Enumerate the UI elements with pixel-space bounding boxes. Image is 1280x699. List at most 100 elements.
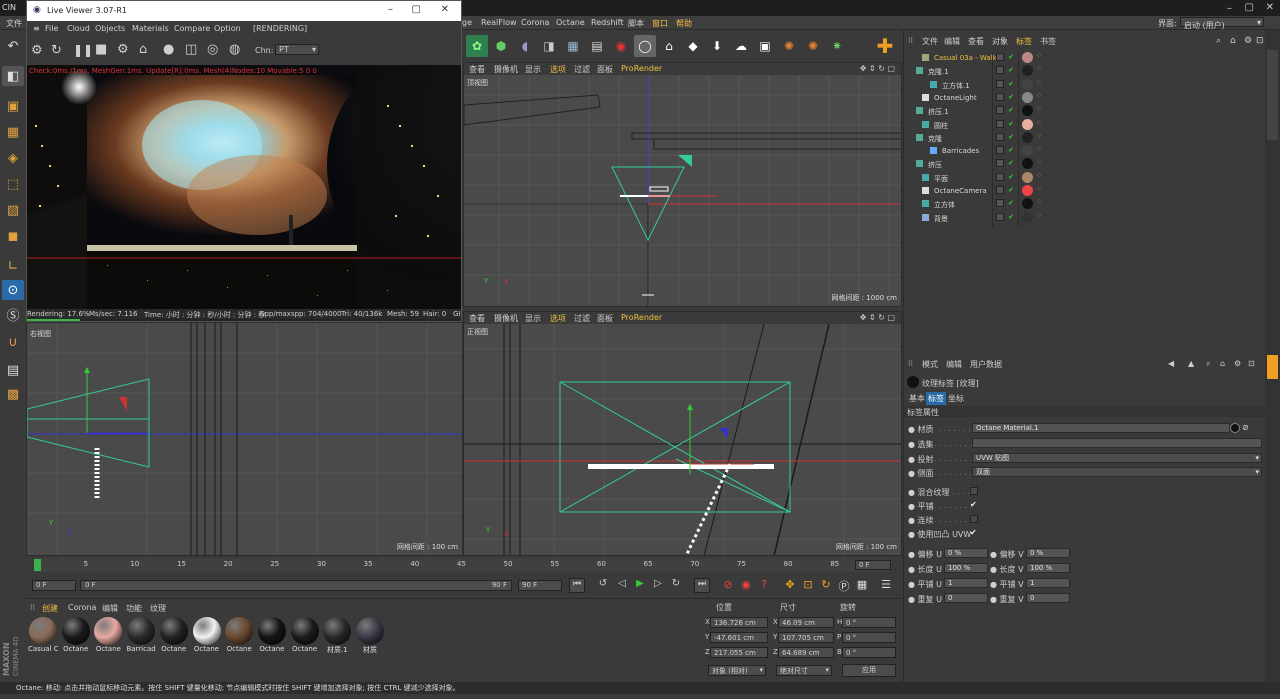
am-menu-edit[interactable]: 编辑 — [946, 359, 962, 370]
clear-link-icon[interactable]: ⊘ — [1242, 423, 1254, 433]
lock-icon[interactable]: ⌂ — [1220, 359, 1225, 368]
tweak-mode-icon[interactable]: ⊙ — [2, 280, 24, 300]
film-icon[interactable]: ▤ — [586, 35, 608, 57]
object-row[interactable]: 背景 ✔ ⁘ — [904, 211, 1266, 225]
enabled-check-icon[interactable]: ✔ — [1008, 106, 1014, 114]
material-item[interactable]: Octane — [257, 617, 287, 659]
next-key-icon[interactable]: ↻ — [668, 578, 684, 593]
material-item[interactable]: 材质.1 — [322, 617, 352, 659]
texture-tag-icon[interactable]: ⁘ — [1036, 119, 1042, 127]
texture-tag-icon[interactable]: ⁘ — [1036, 198, 1042, 206]
material-tag-icon[interactable] — [1022, 78, 1033, 90]
length-v-field[interactable]: 100 % — [1026, 563, 1070, 573]
visibility-toggle[interactable] — [996, 146, 1004, 155]
visibility-toggle[interactable] — [996, 119, 1004, 128]
visibility-toggle[interactable] — [996, 106, 1004, 115]
length-u-field[interactable]: 100 % — [944, 563, 988, 573]
material-item[interactable]: Casual C — [28, 617, 58, 659]
visibility-toggle[interactable] — [996, 159, 1004, 168]
edges-mode-icon[interactable]: ▧ — [2, 200, 24, 220]
render-output[interactable]: Check:0ms./1ms. MeshGen:1ms. Update[R]:0… — [27, 65, 461, 309]
selection-field[interactable] — [972, 438, 1262, 448]
mm-menu-edit[interactable]: 编辑 — [102, 603, 118, 614]
om-menu-view[interactable]: 查看 — [968, 36, 984, 47]
param-key-icon[interactable]: Ⓟ — [836, 578, 852, 593]
settings-icon[interactable]: ⚙ — [1244, 36, 1252, 46]
enabled-check-icon[interactable]: ✔ — [1008, 186, 1014, 194]
restart-icon[interactable]: ↻ — [51, 43, 62, 58]
vp-menu-filter[interactable]: 过滤 — [574, 313, 590, 324]
close-icon[interactable]: ✕ — [441, 4, 449, 15]
minimize-icon[interactable]: – — [1227, 3, 1232, 14]
size-mode-select[interactable]: 绝对尺寸 ▾ — [776, 665, 832, 676]
floor-icon[interactable]: ⌂ — [658, 35, 680, 57]
lv-menu-file[interactable]: File — [45, 24, 58, 33]
material-tag-icon[interactable] — [1022, 105, 1033, 117]
current-frame-field[interactable]: 0 F — [855, 560, 891, 570]
gear-icon[interactable]: ⚙ — [117, 42, 129, 57]
material-item[interactable]: Octane — [61, 617, 91, 659]
object-row[interactable]: 克隆 ✔ ⁘ — [904, 131, 1266, 145]
maximize-icon[interactable]: ▢ — [1245, 2, 1254, 13]
material-tag-icon[interactable] — [1022, 91, 1033, 103]
object-row[interactable]: 挤压 ✔ ⁘ — [904, 158, 1266, 171]
material-tag-icon[interactable] — [1022, 52, 1033, 63]
apply-button[interactable]: 应用 — [842, 664, 896, 677]
tile-checkbox-checked[interactable]: ✔ — [970, 501, 978, 509]
search-icon[interactable]: ⌕ — [1206, 359, 1210, 369]
rotation-field[interactable]: 0 ° — [842, 617, 896, 628]
texture-tag-icon[interactable]: ⁘ — [1036, 65, 1042, 73]
object-row[interactable]: Casual 03a - Walk ✔ ⁘ — [904, 52, 1266, 65]
visibility-toggle[interactable] — [996, 132, 1004, 141]
start-frame-field[interactable]: 0 F — [32, 580, 76, 591]
texture-tag-icon[interactable]: ⁘ — [1036, 145, 1042, 153]
material-item[interactable]: Octane — [224, 617, 254, 659]
back-arrow-icon[interactable]: ◀ — [1168, 359, 1174, 368]
visibility-toggle[interactable] — [996, 199, 1004, 208]
object-row[interactable]: 立方体.1 ✔ ⁘ — [904, 78, 1266, 92]
material-item[interactable]: Barricad — [126, 617, 156, 659]
lv-menu-objects[interactable]: Objects — [95, 24, 125, 33]
vp-menu-filter[interactable]: 过滤 — [574, 64, 590, 75]
octane-tag-icon[interactable]: ◨ — [538, 35, 560, 57]
autokey-icon[interactable]: ◉ — [738, 578, 754, 593]
object-row[interactable]: 挤压.1 ✔ ⁘ — [904, 105, 1266, 118]
up-arrow-icon[interactable]: ▲ — [1188, 359, 1194, 368]
camera-icon[interactable]: ◉ — [610, 35, 632, 57]
material-item[interactable]: 材质 — [355, 617, 385, 659]
octane-live-icon[interactable]: ⬢ — [490, 35, 512, 57]
texture-tag-icon[interactable]: ⁘ — [1036, 185, 1042, 193]
octane-camera-icon[interactable]: ▣ — [754, 35, 776, 57]
range-slider[interactable]: 0 F 90 F — [80, 580, 512, 591]
enabled-check-icon[interactable]: ✔ — [1008, 80, 1014, 88]
model-mode-icon[interactable]: ▣ — [2, 96, 24, 116]
enabled-check-icon[interactable]: ✔ — [1008, 213, 1014, 221]
prev-key-icon[interactable]: ↺ — [595, 578, 611, 593]
material-tag-icon[interactable] — [1022, 145, 1033, 157]
enabled-check-icon[interactable]: ✔ — [1008, 159, 1014, 167]
vdb-icon[interactable]: ✺ — [778, 35, 800, 57]
side-tab-objects[interactable] — [1267, 50, 1278, 140]
texture-mode-icon[interactable]: ▦ — [2, 122, 24, 142]
tiles-u-field[interactable]: 1 — [944, 578, 988, 588]
home-icon[interactable]: ⌂ — [1230, 36, 1236, 46]
pla-key-icon[interactable]: ▦ — [854, 578, 870, 593]
menu-realflow[interactable]: RealFlow — [481, 18, 517, 27]
search-icon[interactable]: ⌕ — [1216, 36, 1221, 46]
sky-icon[interactable]: ☁ — [730, 35, 752, 57]
enabled-check-icon[interactable]: ✔ — [1008, 66, 1014, 74]
close-icon[interactable]: ✕ — [1266, 2, 1274, 13]
rotation-field[interactable]: 0 ° — [842, 647, 896, 658]
vp-menu-view[interactable]: 查看 — [469, 313, 485, 324]
axis-icon[interactable]: ∟ — [2, 256, 24, 276]
mix-texture-checkbox[interactable] — [970, 487, 978, 495]
rotation-field[interactable]: 0 ° — [842, 632, 896, 643]
object-row[interactable]: 平面 ✔ ⁘ — [904, 171, 1266, 185]
viewport-nav-icon[interactable]: ✥ ⇕ ↻ ▢ — [860, 64, 895, 73]
visibility-toggle[interactable] — [996, 212, 1004, 221]
enabled-check-icon[interactable]: ✔ — [1008, 133, 1014, 141]
sphere-icon[interactable]: ● — [163, 42, 174, 57]
settings-icon[interactable]: ⚙ — [1234, 359, 1241, 368]
material-item[interactable]: Octane — [159, 617, 189, 659]
download-icon[interactable]: ⬇ — [706, 35, 728, 57]
